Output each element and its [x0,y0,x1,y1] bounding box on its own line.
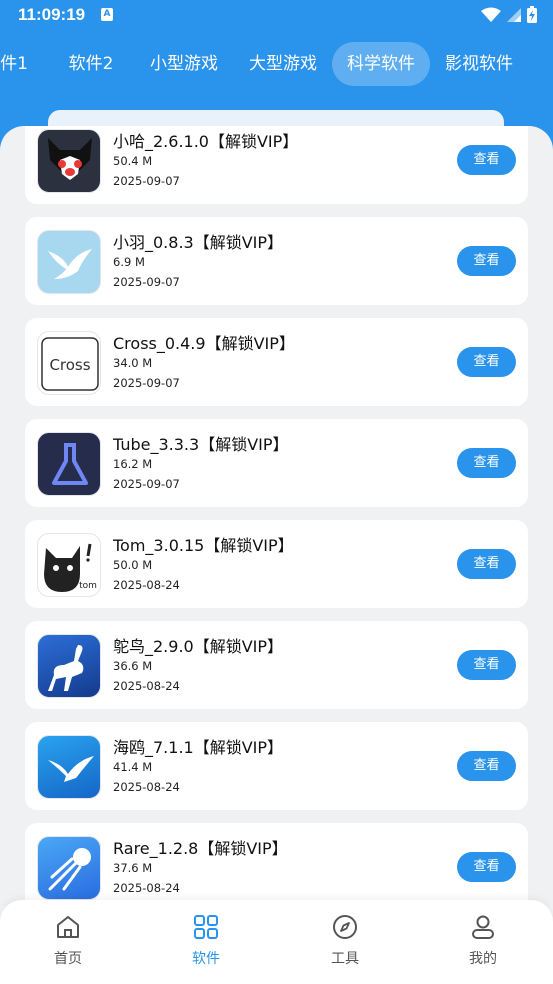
app-name: Tube_3.3.3【解锁VIP】 [113,435,289,454]
app-size: 6.9 M [113,255,145,269]
nav-mine[interactable]: 我的 [443,914,523,968]
comet-icon [37,836,101,900]
app-date: 2025-08-24 [113,679,180,693]
category-tabs: 件1 软件2 小型游戏 大型游戏 科学软件 影视软件 [0,42,553,86]
view-button[interactable]: 查看 [457,751,516,781]
app-name: 鸵鸟_2.9.0【解锁VIP】 [113,637,284,656]
nav-home[interactable]: 首页 [28,914,108,968]
app-card[interactable]: Rare_1.2.8【解锁VIP】 37.6 M 2025-08-24 查看 [25,823,528,906]
bird-icon [37,230,101,294]
app-name: 小哈_2.6.1.0【解锁VIP】 [113,132,299,151]
app-date: 2025-09-07 [113,376,180,390]
app-size: 16.2 M [113,457,153,471]
view-button[interactable]: 查看 [457,549,516,579]
nav-tools[interactable]: 工具 [305,914,385,968]
app-card[interactable]: tom Tom_3.0.15【解锁VIP】 50.0 M 2025-08-24 … [25,520,528,608]
nav-software-label: 软件 [192,951,220,967]
app-card[interactable]: 海鸥_7.1.1【解锁VIP】 41.4 M 2025-08-24 查看 [25,722,528,810]
tab-large-games[interactable]: 大型游戏 [239,42,327,86]
bottom-nav: 首页 软件 工具 我的 [0,900,553,984]
tab-software2[interactable]: 软件2 [55,42,127,86]
tab-science-software[interactable]: 科学软件 [332,42,430,86]
battery-icon [527,6,537,23]
view-button[interactable]: 查看 [457,246,516,276]
signal-icon [507,7,521,22]
nav-software[interactable]: 软件 [166,914,246,968]
user-icon [472,915,494,939]
view-button[interactable]: 查看 [457,852,516,882]
compass-icon [333,915,357,939]
app-name: Rare_1.2.8【解锁VIP】 [113,839,288,858]
app-card[interactable]: 小羽_0.8.3【解锁VIP】 6.9 M 2025-09-07 查看 [25,217,528,305]
tab-small-games[interactable]: 小型游戏 [140,42,228,86]
app-date: 2025-08-24 [113,780,180,794]
grid-icon [194,915,218,939]
app-size: 50.0 M [113,558,153,572]
app-size: 50.4 M [113,154,153,168]
app-date: 2025-08-24 [113,578,180,592]
app-name: Tom_3.0.15【解锁VIP】 [113,536,294,555]
ostrich-icon [37,634,101,698]
seagull-icon [37,735,101,799]
notification-icon: A [101,8,113,21]
nav-tools-label: 工具 [331,951,359,967]
cross-icon: Cross [37,331,101,395]
status-time: 11:09:19 [18,5,86,24]
view-button[interactable]: 查看 [457,347,516,377]
wifi-icon [481,7,501,22]
view-button[interactable]: 查看 [457,448,516,478]
cat-icon-text: tom [79,581,97,591]
app-date: 2025-08-24 [113,881,180,895]
app-name: 海鸥_7.1.1【解锁VIP】 [113,738,284,757]
flask-icon [37,432,101,496]
app-size: 36.6 M [113,659,153,673]
status-bar: 11:09:19 A [0,0,553,32]
app-name: 小羽_0.8.3【解锁VIP】 [113,233,284,252]
app-card[interactable]: 小哈_2.6.1.0【解锁VIP】 50.4 M 2025-09-07 查看 [25,126,528,204]
view-button[interactable]: 查看 [457,145,516,175]
nav-mine-label: 我的 [469,951,497,967]
nav-home-label: 首页 [54,951,82,967]
app-card[interactable]: Tube_3.3.3【解锁VIP】 16.2 M 2025-09-07 查看 [25,419,528,507]
view-button[interactable]: 查看 [457,650,516,680]
app-name: Cross_0.4.9【解锁VIP】 [113,334,295,353]
status-icons [481,6,537,23]
app-date: 2025-09-07 [113,174,180,188]
app-size: 41.4 M [113,760,153,774]
tab-software1[interactable]: 件1 [0,42,36,86]
cat-icon: tom [37,533,101,597]
husky-icon [37,129,101,193]
app-date: 2025-09-07 [113,477,180,491]
cross-icon-text: Cross [49,356,90,374]
app-size: 37.6 M [113,861,153,875]
app-card[interactable]: 鸵鸟_2.9.0【解锁VIP】 36.6 M 2025-08-24 查看 [25,621,528,709]
app-date: 2025-09-07 [113,275,180,289]
app-card[interactable]: Cross Cross_0.4.9【解锁VIP】 34.0 M 2025-09-… [25,318,528,406]
app-size: 34.0 M [113,356,153,370]
app-list: 小哈_2.6.1.0【解锁VIP】 50.4 M 2025-09-07 查看 小… [0,126,553,906]
home-icon [57,916,79,938]
tab-video-software[interactable]: 影视软件 [435,42,523,86]
